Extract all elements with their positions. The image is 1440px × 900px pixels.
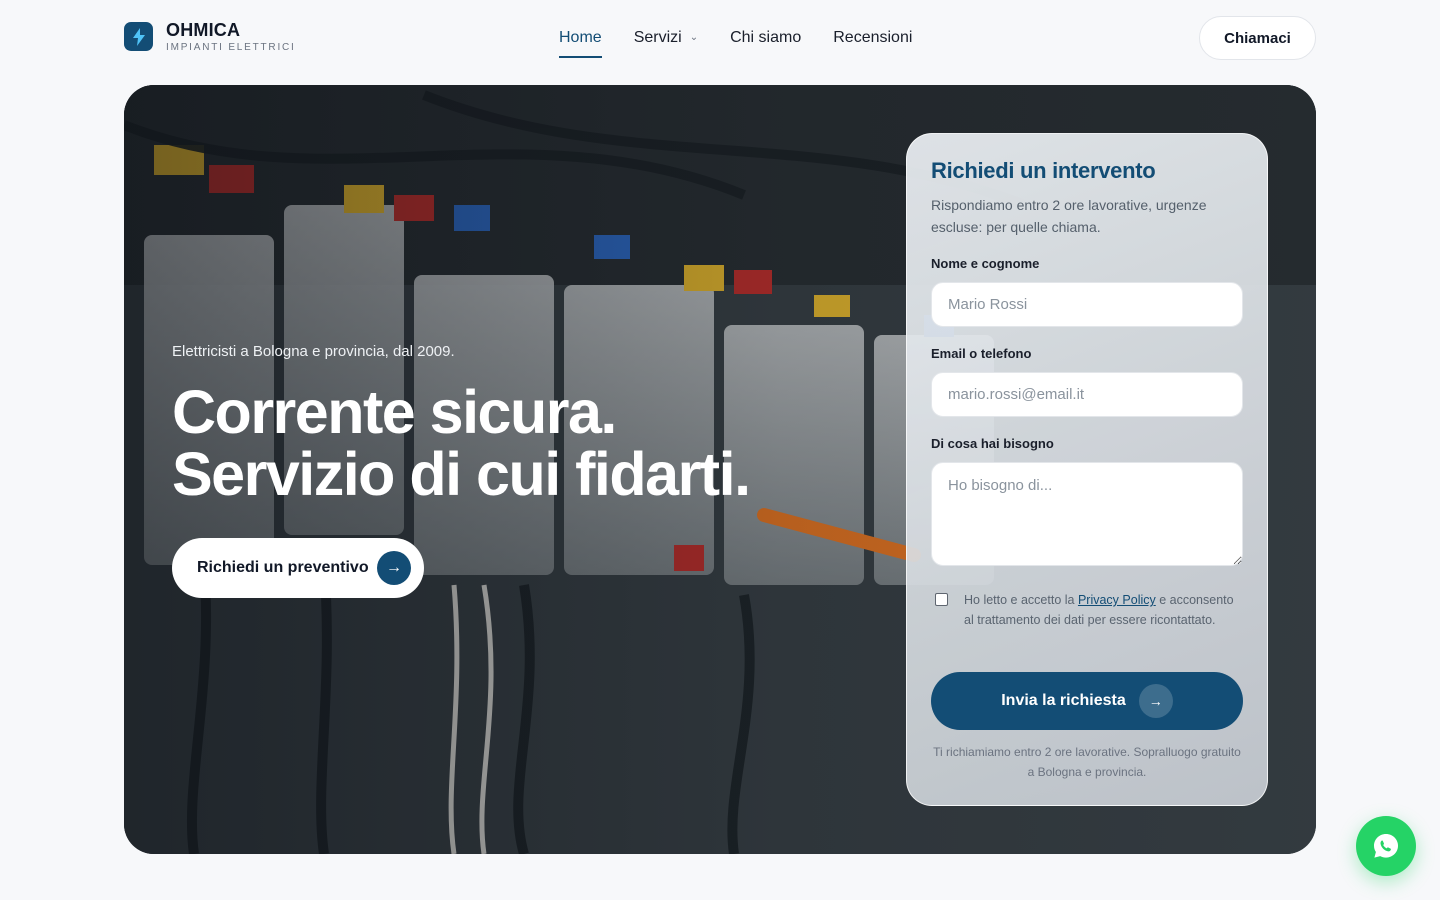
brand-name: OHMICA (166, 20, 241, 40)
nav-recensioni[interactable]: Recensioni (833, 28, 912, 58)
privacy-checkbox[interactable] (935, 593, 948, 606)
whatsapp-icon (1374, 834, 1398, 858)
submit-label: Invia la richiesta (1001, 692, 1126, 709)
hero-eyebrow: Elettricisti a Bologna e provincia, dal … (172, 343, 455, 360)
submit-button[interactable]: Invia la richiesta → (931, 672, 1243, 730)
nav-chi-siamo[interactable]: Chi siamo (730, 28, 801, 58)
whatsapp-button[interactable] (1356, 816, 1416, 876)
chevron-down-icon: ⌄ (689, 32, 699, 43)
site-header: OHMICA IMPIANTI ELETTRICI Home Servizi ⌄ … (0, 0, 1440, 76)
call-button[interactable]: Chiamaci (1199, 16, 1316, 60)
nav-servizi-label: Servizi (633, 29, 682, 46)
main-nav: Home Servizi ⌄ Chi siamo Recensioni (559, 28, 944, 58)
brand-tagline: IMPIANTI ELETTRICI (166, 42, 296, 53)
hero-section: Elettricisti a Bologna e provincia, dal … (124, 85, 1316, 854)
nav-home[interactable]: Home (559, 28, 602, 58)
consent-text: Ho letto e accetto la Privacy Policy e a… (964, 593, 1234, 627)
name-input[interactable] (931, 282, 1243, 327)
name-label: Nome e cognome (931, 256, 1040, 271)
logo[interactable]: OHMICA IMPIANTI ELETTRICI (124, 20, 296, 53)
form-note: Ti richiamiamo entro 2 ore lavorative. S… (933, 745, 1241, 779)
privacy-consent: Ho letto e accetto la Privacy Policy e a… (931, 590, 1243, 630)
headline-line-2: Servizio di cui fidarti. (172, 440, 751, 508)
form-title: Richiedi un intervento (931, 158, 1156, 183)
headline-line-1: Corrente sicura. (172, 378, 617, 446)
need-label: Di cosa hai bisogno (931, 436, 1054, 451)
lightning-icon (124, 22, 153, 51)
intervention-form: Richiedi un intervento Rispondiamo entro… (906, 133, 1268, 806)
need-textarea[interactable] (931, 462, 1243, 566)
privacy-policy-link[interactable]: Privacy Policy (1078, 593, 1156, 607)
request-quote-label: Richiedi un preventivo (197, 559, 369, 576)
nav-servizi[interactable]: Servizi ⌄ (634, 28, 698, 58)
contact-label: Email o telefono (931, 346, 1032, 361)
contact-input[interactable] (931, 372, 1243, 417)
request-quote-button[interactable]: Richiedi un preventivo → (172, 538, 424, 598)
arrow-right-icon: → (377, 551, 411, 585)
form-subtitle: Rispondiamo entro 2 ore lavorative, urge… (931, 197, 1207, 235)
arrow-right-icon: → (1138, 684, 1173, 718)
hero-headline: Corrente sicura. Servizio di cui fidarti… (172, 381, 812, 505)
